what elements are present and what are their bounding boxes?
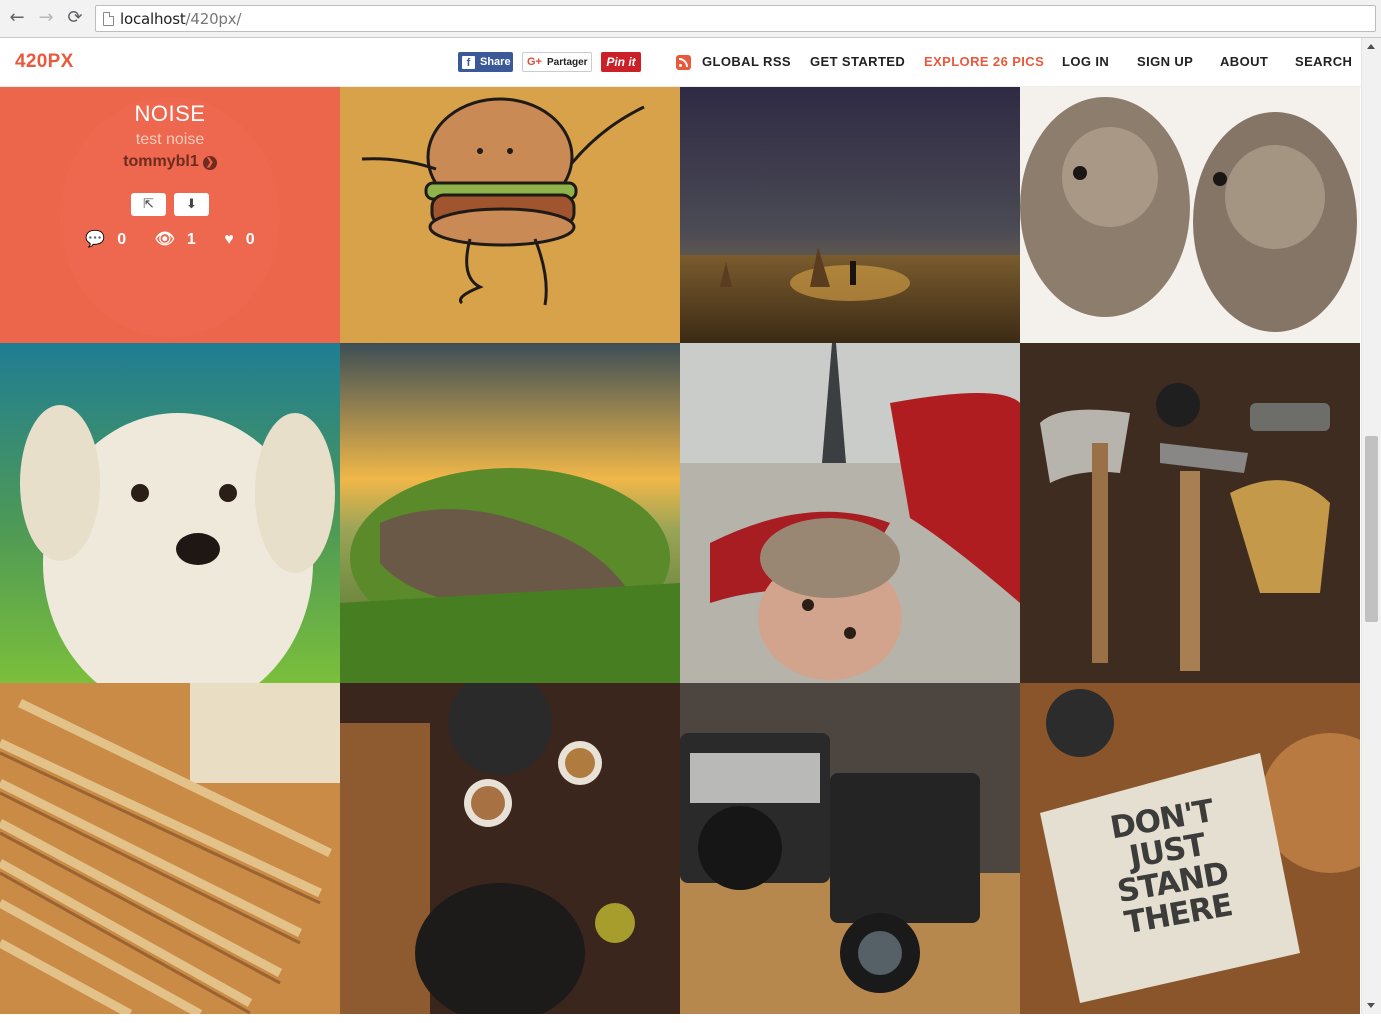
photo-tile-notebook[interactable]: DON'T JUST STAND THERE xyxy=(1020,683,1360,1023)
photo-description: test noise xyxy=(135,131,205,148)
download-photo-button[interactable]: ⬇ xyxy=(174,193,209,216)
url-path: /420px/ xyxy=(185,10,242,28)
share-icon: ⇱ xyxy=(143,197,154,212)
tools-photo xyxy=(1020,343,1360,683)
likes-count: ♥ 0 xyxy=(218,231,260,248)
site-logo[interactable]: 420PX xyxy=(15,51,74,73)
rulers-photo xyxy=(0,683,340,1018)
google-share-label: Partager xyxy=(546,56,588,68)
nav-about[interactable]: ABOUT xyxy=(1220,54,1268,69)
share-photo-button[interactable]: ⇱ xyxy=(131,193,166,216)
nav-get-started[interactable]: GET STARTED xyxy=(810,54,905,69)
google-plus-icon: G+ xyxy=(527,56,542,68)
reload-icon[interactable]: ⟳ xyxy=(64,7,86,29)
photo-tile-puppy[interactable] xyxy=(0,343,340,683)
url-host: localhost xyxy=(120,10,186,28)
address-bar[interactable]: localhost/420px/ xyxy=(95,5,1376,32)
night-sky-photo xyxy=(680,87,1020,343)
photo-tile-rabbits[interactable] xyxy=(1020,87,1360,343)
facebook-icon: f xyxy=(462,55,475,69)
chevron-right-icon: ❯ xyxy=(202,156,217,170)
nav-global-rss[interactable]: GLOBAL RSS xyxy=(702,54,791,69)
photo-tile-hamburger[interactable] xyxy=(340,87,680,343)
landscape-photo xyxy=(340,343,680,683)
kitchen-photo xyxy=(340,683,680,1023)
pinterest-label: Pin it xyxy=(606,55,636,69)
nav-sign-up[interactable]: SIGN UP xyxy=(1137,54,1193,69)
back-icon[interactable]: ← xyxy=(6,7,28,29)
photo-tile-eiffel[interactable] xyxy=(680,343,1020,683)
photo-tile-kitchen[interactable] xyxy=(340,683,680,1023)
site-header: 420PX f Share G+ Partager Pin it GLOBAL … xyxy=(0,38,1361,87)
photo-title: NOISE xyxy=(134,101,206,126)
white-puppy-photo xyxy=(0,343,340,683)
heart-icon: ♥ xyxy=(224,231,234,248)
eye-icon: 👁 xyxy=(154,231,175,248)
comments-count: 💬 0 xyxy=(79,231,132,248)
photo-tile-landscape[interactable] xyxy=(340,343,680,683)
nav-explore[interactable]: EXPLORE 26 PICS xyxy=(924,54,1044,69)
facebook-share-button[interactable]: f Share xyxy=(458,52,513,72)
page-icon xyxy=(103,12,114,26)
photo-tile-noise[interactable]: NOISE test noise tommybl1 ❯ ⇱ ⬇ 💬 0 👁 1 ♥ 0 xyxy=(0,87,340,343)
rss-icon[interactable] xyxy=(676,55,691,70)
download-icon: ⬇ xyxy=(186,197,197,212)
scroll-down-icon[interactable] xyxy=(1367,1003,1375,1008)
photo-tile-cameras[interactable] xyxy=(680,683,1020,1023)
pinterest-button[interactable]: Pin it xyxy=(601,52,641,72)
rabbits-photo xyxy=(1020,87,1360,343)
facebook-share-label: Share xyxy=(480,56,511,68)
author-name: tommybl1 xyxy=(123,153,199,170)
browser-toolbar: ← → ⟳ localhost/420px/ xyxy=(0,0,1381,38)
photo-tile-tools[interactable] xyxy=(1020,343,1360,683)
photo-tile-night-sky[interactable] xyxy=(680,87,1020,343)
scroll-thumb[interactable] xyxy=(1365,436,1378,622)
views-value: 1 xyxy=(186,231,196,248)
comments-value: 0 xyxy=(117,231,127,248)
scroll-up-icon[interactable] xyxy=(1367,44,1375,49)
url-text[interactable]: localhost/420px/ xyxy=(120,10,241,28)
photo-stats: 💬 0 👁 1 ♥ 0 xyxy=(0,229,340,249)
comments-icon: 💬 xyxy=(85,231,106,248)
photo-author[interactable]: tommybl1 ❯ xyxy=(0,153,340,171)
page-scrollbar[interactable] xyxy=(1361,38,1381,1014)
cameras-photo xyxy=(680,683,1020,1014)
photo-overlay: NOISE test noise tommybl1 ❯ ⇱ ⬇ 💬 0 👁 1 ♥ 0 xyxy=(0,87,340,343)
hamburger-illustration xyxy=(340,87,680,343)
forward-icon[interactable]: → xyxy=(35,7,57,29)
views-count: 👁 1 xyxy=(149,231,202,248)
notebook-slogan: DON'T JUST STAND THERE xyxy=(1107,793,1235,942)
nav-log-in[interactable]: LOG IN xyxy=(1062,54,1109,69)
nav-search[interactable]: SEARCH xyxy=(1295,54,1352,69)
google-share-button[interactable]: G+ Partager xyxy=(522,52,592,72)
likes-value: 0 xyxy=(245,231,255,248)
eiffel-photo xyxy=(680,343,1020,683)
photo-tile-rulers[interactable] xyxy=(0,683,340,1023)
